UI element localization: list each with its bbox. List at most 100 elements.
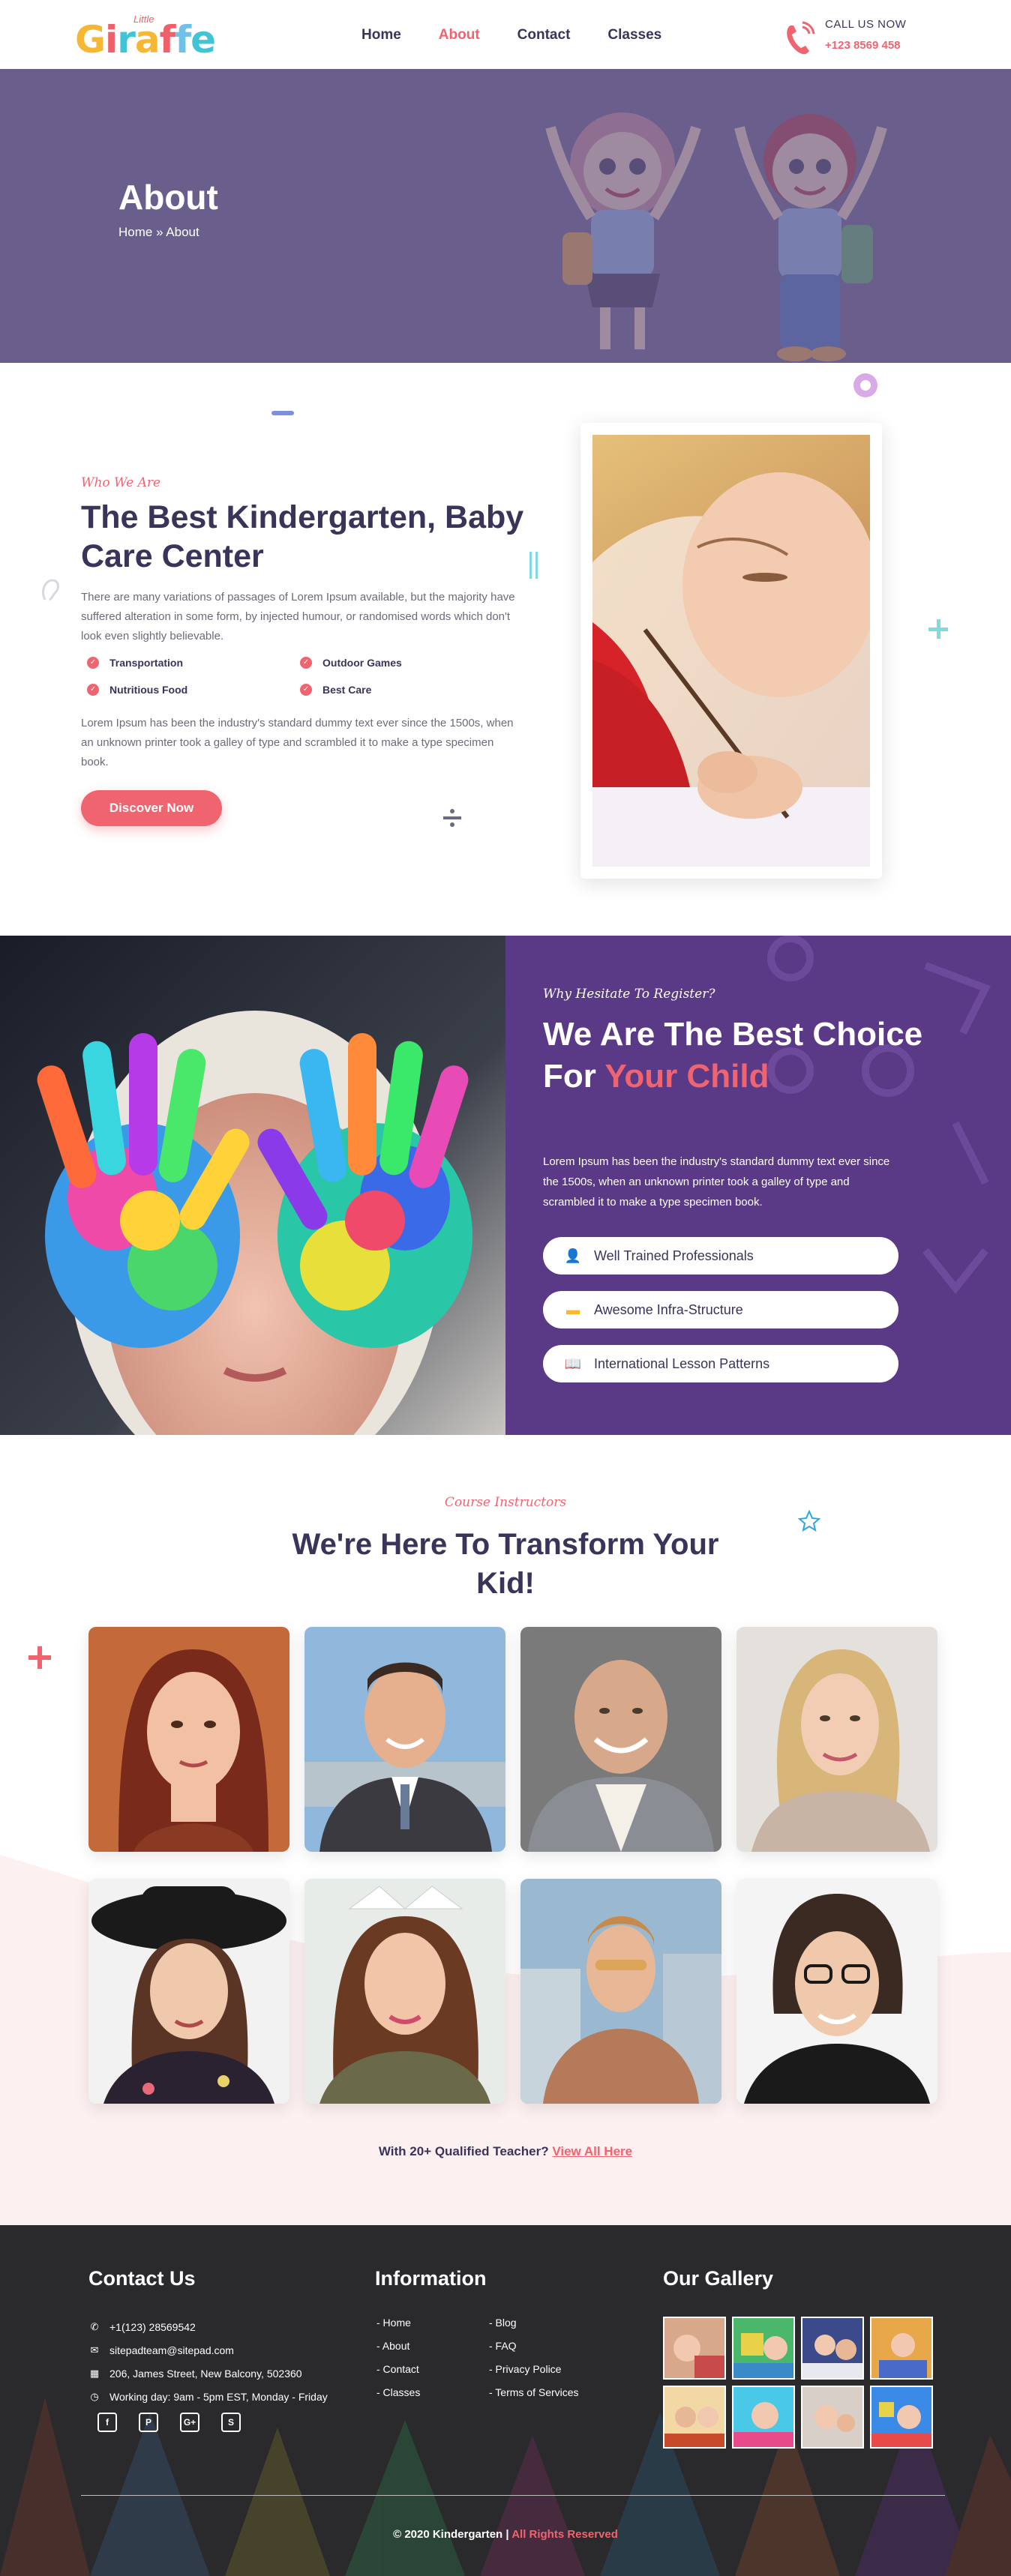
site-footer: Contact Us ✆ +1(123) 28569542 ✉ sitepadtea… [0,2225,1011,2576]
section-title: We're Here To Transform Your Kid! [292,1528,719,1600]
page-banner: About Home » About [0,69,1011,363]
view-all-link[interactable]: View All Here [552,2144,632,2158]
contact-phone[interactable]: ✆ +1(123) 28569542 [88,2315,374,2338]
instructor-card[interactable] [304,1627,506,1852]
facebook-icon[interactable]: f [98,2413,117,2432]
instructor-card[interactable] [304,1879,506,2104]
nav-home[interactable]: Home [362,27,401,43]
gallery-thumb[interactable] [663,2386,726,2449]
footer-link[interactable]: - Blog [489,2317,579,2340]
benefit-pill: ▬ Awesome Infra-Structure [543,1291,898,1328]
pinterest-icon[interactable]: P [139,2413,158,2432]
about-paragraph-2: Lorem Ipsum has been the industry's stan… [81,717,514,768]
footer-link[interactable]: - About [376,2340,420,2363]
nav-contact[interactable]: Contact [518,27,571,43]
register-section: Why Hesitate To Register? We Are The Bes… [0,936,1011,1435]
gallery-thumb[interactable] [732,2317,795,2380]
register-paragraph: Lorem Ipsum has been the industry's stan… [543,1155,890,1209]
mail-icon: ✉ [90,2344,99,2356]
check-icon: ✓ [300,684,312,696]
ear-decoration [42,579,59,601]
main-nav: Home About Contact Classes [362,27,699,43]
footer-link[interactable]: - Classes [376,2386,420,2410]
phone-icon: ✆ [90,2320,99,2332]
dash-decoration [272,411,294,415]
contact-email[interactable]: ✉ sitepadteam@sitepad.com [88,2338,374,2362]
ring-decoration [854,373,878,397]
call-us-block[interactable]: CALL US NOW +123 8569 458 [783,13,940,58]
discover-now-button[interactable]: Discover Now [81,790,222,826]
gallery-thumb[interactable] [870,2386,933,2449]
contact-list: ✆ +1(123) 28569542 ✉ sitepadteam@sitepad.c… [88,2315,374,2408]
footer-link[interactable]: - FAQ [489,2340,579,2363]
map-icon: ▦ [89,2367,100,2379]
phone-icon [787,21,815,55]
instructor-card[interactable] [88,1627,290,1852]
gallery-thumb[interactable] [732,2386,795,2449]
section-eyebrow: Why Hesitate To Register? [543,987,716,1002]
about-section: Who We Are The Best Kindergarten, Baby C… [0,363,1011,936]
about-paragraph-1: There are many variations of passages of… [81,591,515,643]
footer-link[interactable]: - Contact [376,2363,420,2386]
check-icon: ✓ [300,657,312,669]
logo-wordmark: Giraffe [75,18,216,61]
clock-icon: ◷ [90,2390,99,2402]
site-logo[interactable]: Little Giraffe [75,10,240,63]
bed-icon: ▬ [566,1301,580,1317]
section-title: The Best Kindergarten, Baby Care Center [81,499,524,574]
call-label: CALL US NOW [825,18,907,31]
user-icon: 👤 [564,1248,582,1263]
about-photo-frame [580,423,882,879]
nav-about[interactable]: About [439,27,480,43]
register-panel: Why Hesitate To Register? We Are The Bes… [506,936,1011,1435]
footer-heading-gallery: Our Gallery [663,2267,774,2290]
contact-hours: ◷ Working day: 9am - 5pm EST, Monday - Fr… [88,2385,374,2408]
footer-link[interactable]: - Terms of Services [489,2386,579,2410]
divide-decoration [443,809,461,827]
check-icon: ✓ [87,657,99,669]
social-links: f P G+ S [98,2413,262,2432]
plus-decoration [28,1646,51,1669]
benefit-pill: 👤 Well Trained Professionals [543,1237,898,1275]
benefit-pill: 📖 International Lesson Patterns [543,1345,898,1382]
feature-item: ✓ Outdoor Games [300,657,402,669]
instructor-card[interactable] [736,1627,938,1852]
page-title: About [118,178,218,217]
section-eyebrow: Course Instructors [444,1495,567,1510]
skype-icon[interactable]: S [221,2413,241,2432]
instructor-card[interactable] [520,1627,722,1852]
instructor-card[interactable] [736,1879,938,2104]
contact-address: ▦ 206, James Street, New Balcony, 502360 [89,2367,302,2380]
section-title: We Are The Best Choice For Your Child [543,1016,923,1095]
child-drawing-photo [592,435,870,867]
instructor-card[interactable] [88,1879,290,2104]
plus-decoration [928,619,948,639]
feature-item: ✓ Best Care [300,684,371,696]
info-links-col-2: - Blog - FAQ - Privacy Police - Terms of… [489,2317,579,2410]
view-all-teachers: With 20+ Qualified Teacher? View All Her… [378,2144,633,2158]
instructors-section: Course Instructors We're Here To Transfo… [0,1435,1011,2225]
footer-link[interactable]: - Home [376,2317,420,2340]
section-eyebrow: Who We Are [81,475,161,490]
footer-heading-contact: Contact Us [88,2267,196,2290]
footer-heading-information: Information [375,2267,487,2290]
gallery-thumb[interactable] [801,2386,864,2449]
call-number[interactable]: +123 8569 458 [825,39,901,52]
instructor-card[interactable] [520,1879,722,2104]
nav-classes[interactable]: Classes [608,27,662,43]
feature-item: ✓ Transportation [87,657,183,669]
info-links-col-1: - Home - About - Contact - Classes [376,2317,420,2410]
site-header: Little Giraffe Home About Contact Classe… [0,0,1011,69]
gallery-thumb[interactable] [663,2317,726,2380]
google-plus-icon[interactable]: G+ [180,2413,200,2432]
feature-item: ✓ Nutritious Food [87,684,188,696]
book-icon: 📖 [564,1355,582,1371]
copyright: © 2020 Kindergarten | All Rights Reserve… [393,2528,618,2541]
kids-illustration [545,112,887,361]
gallery-thumb[interactable] [801,2317,864,2380]
breadcrumb[interactable]: Home » About [118,225,200,240]
painted-hands-photo [0,936,506,1435]
check-icon: ✓ [87,684,99,696]
footer-link[interactable]: - Privacy Police [489,2363,579,2386]
gallery-thumb[interactable] [870,2317,933,2380]
